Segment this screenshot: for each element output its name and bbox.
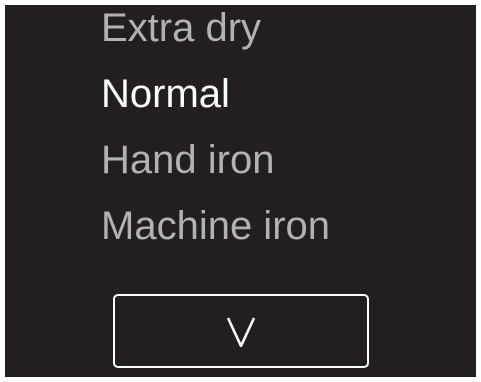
option-extra-dry[interactable]: Extra dry [101,5,261,52]
option-normal[interactable]: Normal [101,70,230,118]
option-machine-iron[interactable]: Machine iron [101,202,330,250]
option-hand-iron[interactable]: Hand iron [101,136,274,184]
scroll-down-button[interactable] [113,294,369,368]
dryness-selection-screen: Extra dry Normal Hand iron Machine iron [5,5,476,377]
chevron-down-icon [226,317,256,347]
